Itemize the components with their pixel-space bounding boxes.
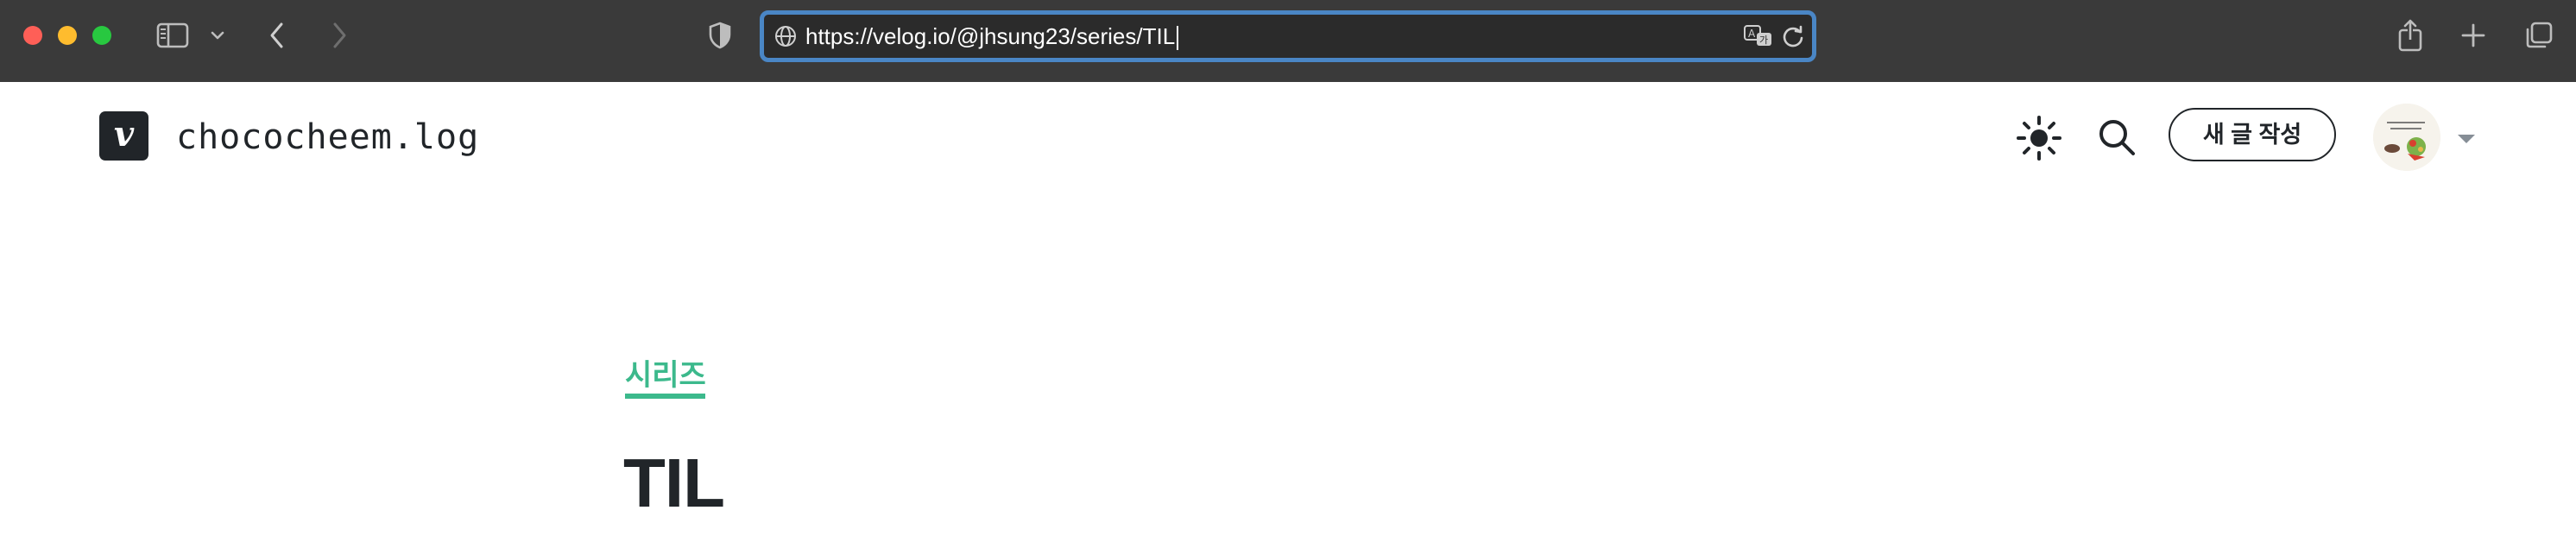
- series-section-label[interactable]: 시리즈: [625, 351, 706, 394]
- sun-icon[interactable]: [2015, 114, 2063, 167]
- window-minimize-button[interactable]: [58, 26, 77, 45]
- avatar[interactable]: [2373, 104, 2440, 171]
- share-icon[interactable]: [2395, 17, 2426, 54]
- svg-text:가: 가: [1759, 35, 1768, 46]
- browser-toolbar: https://velog.io/@jhsung23/series/TIL A가: [0, 0, 2576, 82]
- translate-icon[interactable]: A가: [1743, 23, 1774, 54]
- search-icon[interactable]: [2097, 117, 2137, 161]
- blog-title[interactable]: chococheem.log: [176, 113, 479, 161]
- reload-icon[interactable]: [1781, 24, 1805, 53]
- new-tab-icon[interactable]: [2459, 17, 2488, 54]
- shield-icon[interactable]: [706, 17, 734, 54]
- address-bar[interactable]: https://velog.io/@jhsung23/series/TIL A가: [760, 10, 1816, 62]
- globe-icon: [774, 25, 797, 52]
- site-header: v chococheem.log 새 글 작성: [0, 82, 2576, 194]
- back-icon[interactable]: [264, 17, 290, 54]
- sidebar-toggle-icon[interactable]: [155, 17, 190, 54]
- forward-icon[interactable]: [326, 17, 352, 54]
- caret-down-icon[interactable]: [2457, 133, 2476, 149]
- url-text[interactable]: https://velog.io/@jhsung23/series/TIL: [805, 15, 1179, 58]
- svg-text:A: A: [1748, 28, 1756, 40]
- chevron-down-icon[interactable]: [207, 17, 228, 54]
- tab-overview-icon[interactable]: [2522, 17, 2555, 54]
- velog-logo[interactable]: v: [99, 111, 148, 161]
- series-title: TIL: [623, 444, 725, 521]
- window-zoom-button[interactable]: [92, 26, 111, 45]
- window-close-button[interactable]: [23, 26, 42, 45]
- series-tab-underline: [625, 394, 705, 399]
- write-post-button[interactable]: 새 글 작성: [2169, 108, 2336, 161]
